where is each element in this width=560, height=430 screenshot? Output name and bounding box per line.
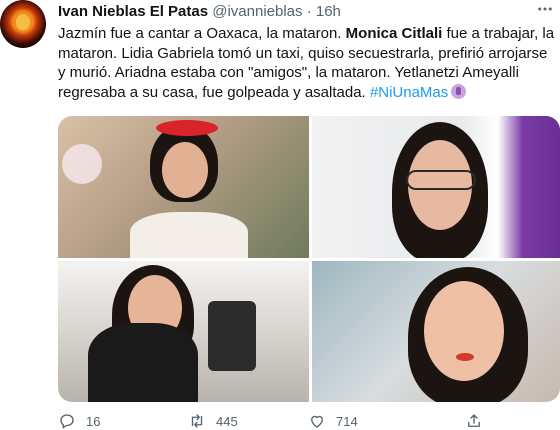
tweet-text-part-1: Jazmín fue a cantar a Oaxaca, la mataron… xyxy=(58,25,346,42)
retweet-button[interactable]: 445 xyxy=(188,412,238,430)
photo-1-blossom xyxy=(62,144,102,184)
photo-4[interactable] xyxy=(312,261,560,402)
photo-3[interactable] xyxy=(58,261,309,402)
photo-1-shirt xyxy=(130,212,248,258)
display-name[interactable]: Ivan Nieblas El Patas xyxy=(58,3,208,20)
photo-4-face xyxy=(424,281,504,381)
media-grid xyxy=(58,116,560,402)
action-bar: 16 445 714 xyxy=(58,412,560,430)
retweet-count: 445 xyxy=(216,413,238,429)
heart-icon xyxy=(311,415,323,428)
photo-1-flower-crown xyxy=(156,120,218,136)
tweet-header: Ivan Nieblas El Patas @ivannieblas · 16h xyxy=(58,2,341,22)
share-button[interactable] xyxy=(465,412,483,430)
retweet-icon xyxy=(191,414,203,428)
purple-ribbon-emoji xyxy=(451,83,467,99)
tweet-text: Jazmín fue a cantar a Oaxaca, la mataron… xyxy=(58,24,558,102)
handle[interactable]: @ivannieblas xyxy=(212,3,302,20)
like-count: 714 xyxy=(336,413,358,429)
reply-button[interactable]: 16 xyxy=(58,412,100,430)
tweet-bold-name: Monica Citlali xyxy=(345,25,443,42)
photo-4-lips xyxy=(456,353,474,361)
photo-2-glasses xyxy=(406,170,476,190)
ellipsis-icon[interactable] xyxy=(536,0,554,23)
share-icon xyxy=(468,414,480,427)
photo-1-face xyxy=(162,142,208,198)
photo-1[interactable] xyxy=(58,116,309,258)
avatar[interactable] xyxy=(0,0,46,48)
reply-count: 16 xyxy=(86,413,101,429)
reply-icon xyxy=(60,414,74,429)
photo-3-shirt xyxy=(88,323,198,402)
photo-2[interactable] xyxy=(312,116,560,258)
photo-3-background-person xyxy=(208,301,256,371)
separator: · xyxy=(306,3,312,20)
hashtag-link[interactable]: #NiUnaMas xyxy=(370,84,448,101)
like-button[interactable]: 714 xyxy=(308,412,358,430)
timestamp[interactable]: 16h xyxy=(316,3,341,20)
